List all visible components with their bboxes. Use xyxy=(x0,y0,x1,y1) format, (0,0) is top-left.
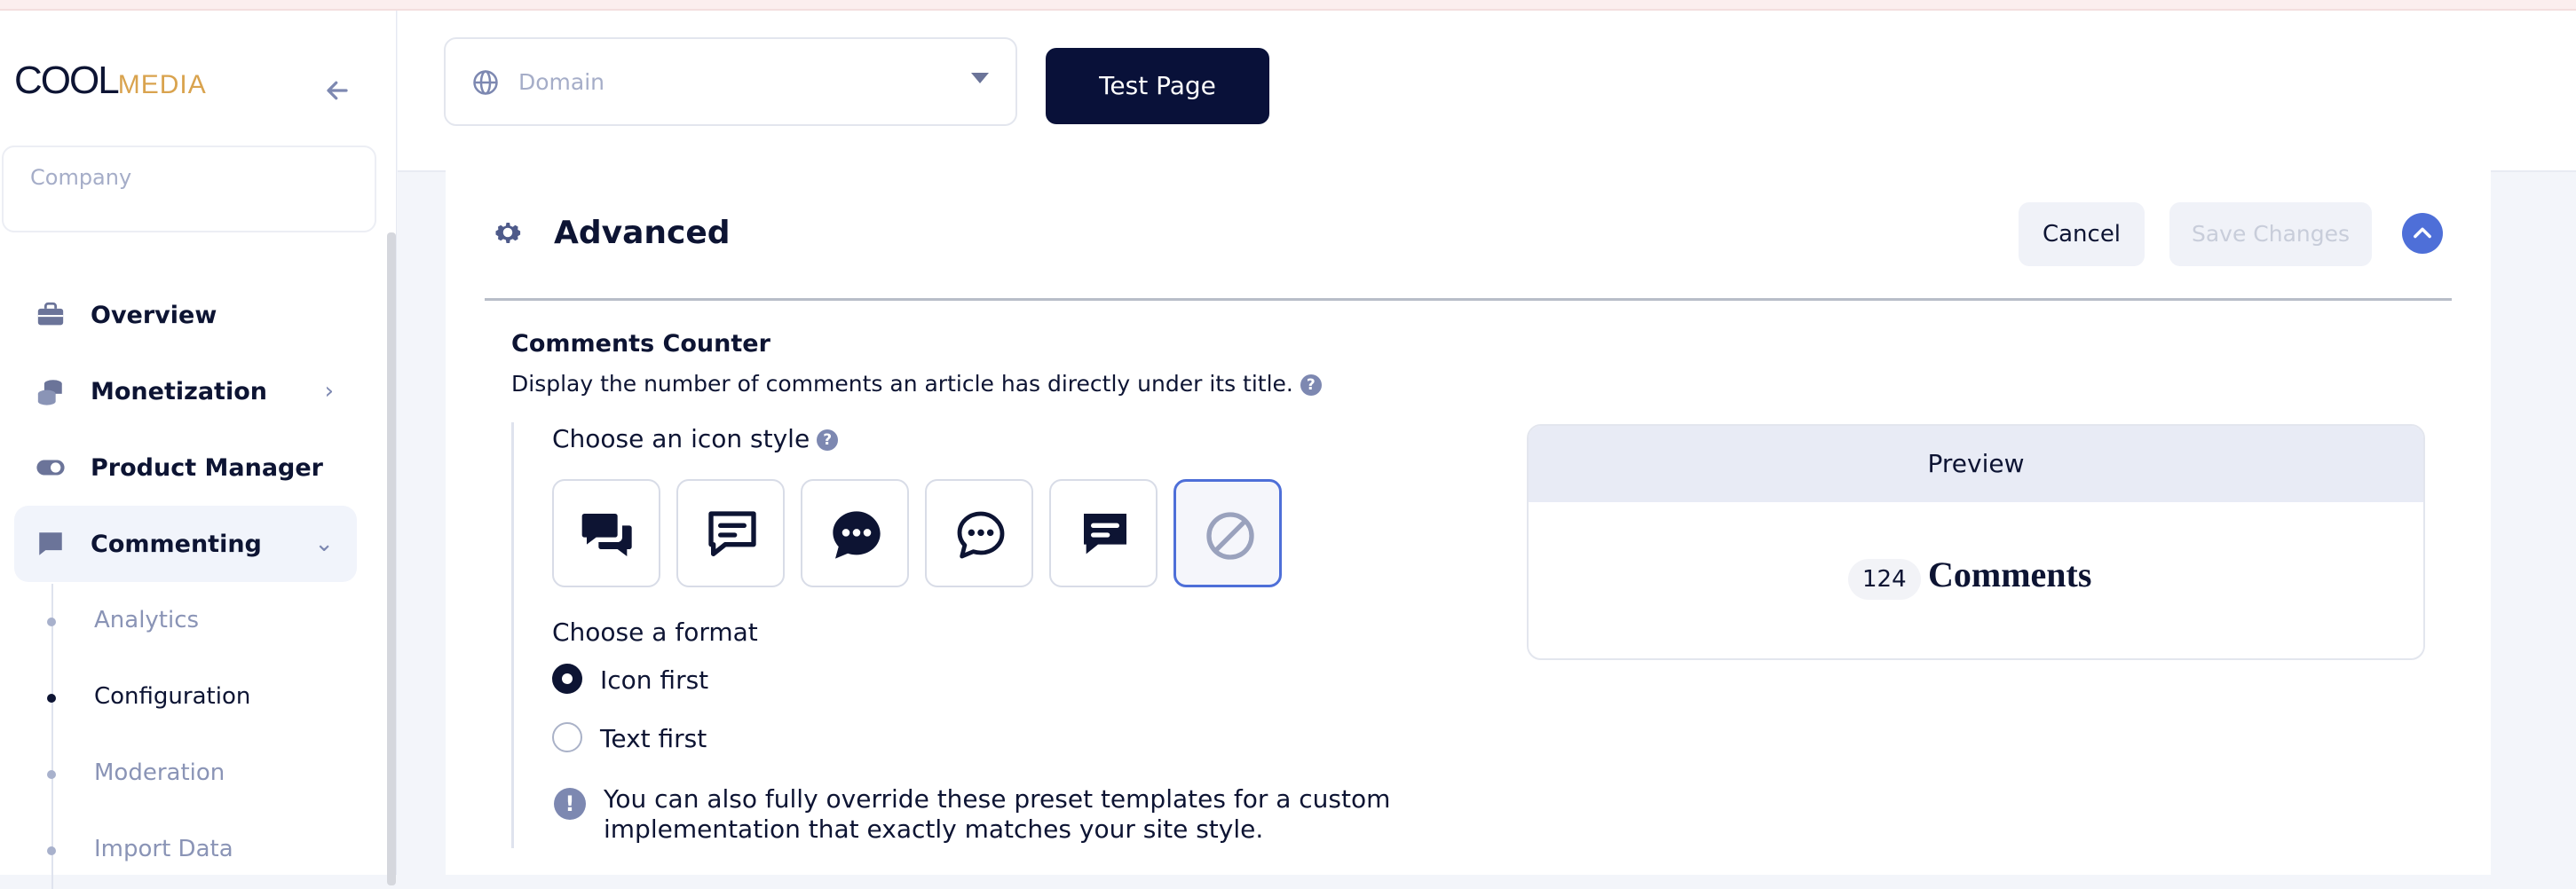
sidebar-item-commenting[interactable]: Commenting ⌄ xyxy=(14,506,357,582)
help-icon[interactable]: ? xyxy=(817,429,839,451)
bullet-dot xyxy=(47,770,56,779)
commenting-subnav: Analytics Configuration Moderation Impor… xyxy=(47,584,355,889)
format-radio-icon-first[interactable]: Icon first xyxy=(552,662,907,697)
radio-circle[interactable] xyxy=(552,664,582,694)
chevron-up-icon xyxy=(2414,227,2431,239)
test-page-button[interactable]: Test Page xyxy=(1046,48,1269,124)
icon-style-none[interactable] xyxy=(1173,479,1282,587)
sidebar-nav: Overview Monetization › Product Manager … xyxy=(14,277,357,582)
briefcase-icon xyxy=(37,302,64,326)
collapse-card-button[interactable] xyxy=(2402,213,2443,254)
comment-count-badge: 124 xyxy=(1848,559,1921,600)
square-lines-solid-icon xyxy=(1084,514,1126,555)
two-bubbles-icon xyxy=(581,514,632,556)
cancel-button[interactable]: Cancel xyxy=(2019,202,2145,266)
globe-icon xyxy=(473,70,498,95)
sidebar-subitem-configuration[interactable]: Configuration xyxy=(47,660,355,736)
icon-style-square-lines[interactable] xyxy=(676,479,785,587)
round-dots-outline-icon xyxy=(957,511,1005,559)
section-title: Comments Counter xyxy=(511,330,770,358)
round-dots-solid-icon xyxy=(833,511,881,559)
toggle-icon xyxy=(36,460,65,476)
top-bar: Domain Test Page xyxy=(398,11,2576,172)
icon-style-round-dots-solid[interactable] xyxy=(801,479,909,587)
radio-circle[interactable] xyxy=(552,722,582,752)
icon-style-label: Choose an icon style? xyxy=(552,424,839,453)
info-exclamation-icon: ! xyxy=(554,788,586,820)
save-changes-button[interactable]: Save Changes xyxy=(2169,202,2372,266)
preview-panel: Preview 124 Comments xyxy=(1527,424,2425,660)
sidebar-subitem-moderation[interactable]: Moderation xyxy=(47,736,355,813)
arrow-left-icon xyxy=(327,81,348,100)
top-border xyxy=(0,0,2576,11)
format-label: Choose a format xyxy=(552,618,758,647)
preview-title: Preview xyxy=(1529,426,2423,502)
gear-icon xyxy=(495,223,521,243)
sidebar-scrollbar[interactable] xyxy=(387,232,396,885)
sidebar-item-overview[interactable]: Overview xyxy=(14,277,357,353)
card-header: Advanced Cancel Save Changes xyxy=(485,170,2452,301)
none-icon xyxy=(1206,512,1254,560)
preview-body: 124 Comments xyxy=(1529,502,2423,658)
bullet-dot xyxy=(47,618,56,626)
icon-style-two-bubbles[interactable] xyxy=(552,479,660,587)
icon-style-square-lines-solid[interactable] xyxy=(1049,479,1158,587)
domain-select[interactable]: Domain xyxy=(444,37,1017,126)
coins-icon xyxy=(37,380,62,405)
sidebar-item-monetization[interactable]: Monetization › xyxy=(14,353,357,429)
section-description: Display the number of comments an articl… xyxy=(511,371,1322,397)
chevron-down-icon: ⌄ xyxy=(314,531,334,557)
logo: COOLMEDIA xyxy=(14,59,207,102)
comments-label: Comments xyxy=(1928,555,2092,594)
card-title: Advanced xyxy=(554,215,731,251)
comment-icon xyxy=(39,532,62,555)
options-divider xyxy=(511,422,523,848)
help-icon[interactable]: ? xyxy=(1300,374,1322,396)
bullet-dot xyxy=(47,846,56,855)
icon-style-round-dots-outline[interactable] xyxy=(925,479,1033,587)
collapse-sidebar-button[interactable] xyxy=(320,76,355,112)
chevron-right-icon: › xyxy=(324,378,334,405)
company-selector[interactable]: Company xyxy=(2,146,376,232)
format-radio-text-first[interactable]: Text first xyxy=(552,720,907,756)
sidebar: COOLMEDIA Company Overview Monetization … xyxy=(0,11,397,889)
caret-down-icon xyxy=(971,73,989,83)
sidebar-subitem-analytics[interactable]: Analytics xyxy=(47,584,355,660)
sidebar-item-product-manager[interactable]: Product Manager xyxy=(14,429,357,506)
bullet-dot xyxy=(47,694,56,703)
advanced-card: Advanced Cancel Save Changes Comments Co… xyxy=(446,170,2491,875)
square-lines-bubble-icon xyxy=(708,511,756,556)
sidebar-subitem-import-data[interactable]: Import Data xyxy=(47,813,355,889)
